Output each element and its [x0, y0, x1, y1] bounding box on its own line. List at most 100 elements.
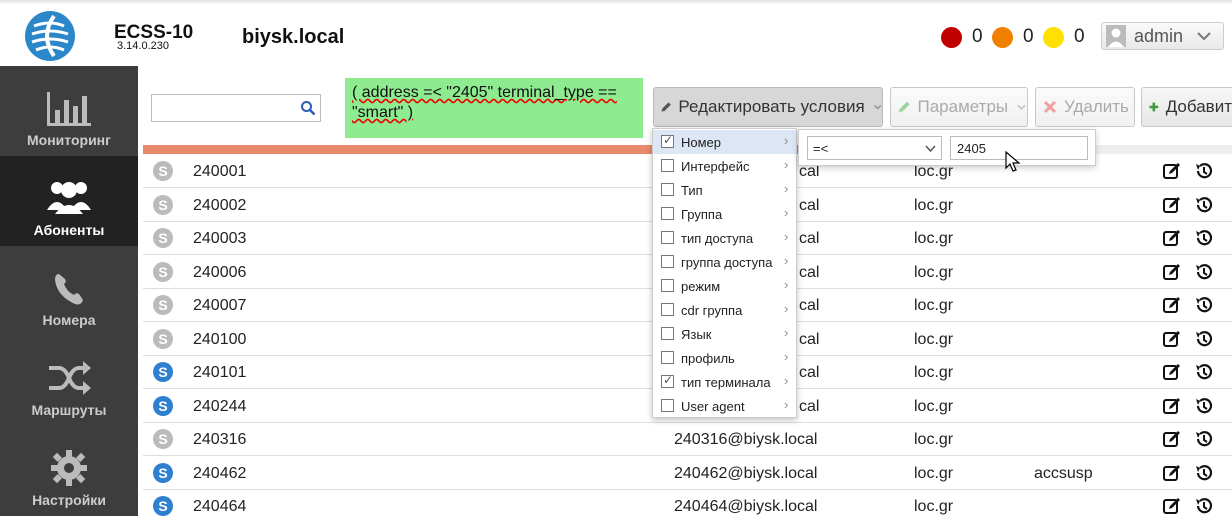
edit-icon[interactable]	[1162, 496, 1182, 516]
operator-select[interactable]: =<	[807, 136, 942, 160]
bar-chart-icon	[47, 92, 91, 126]
checkbox[interactable]	[661, 207, 674, 220]
nav-numbers[interactable]: Номера	[0, 246, 138, 336]
nav-monitoring[interactable]: Мониторинг	[0, 66, 138, 156]
row-domain: loc.gr	[914, 196, 954, 214]
history-icon[interactable]	[1194, 362, 1214, 382]
row-profile: accsusp	[1034, 464, 1093, 482]
menu-item[interactable]: cdr группа ›	[653, 298, 796, 322]
chevron-right-icon: ›	[784, 181, 789, 196]
filter-expression[interactable]: ( address =< "2405" terminal_type == "sm…	[345, 78, 643, 138]
menu-item[interactable]: Интерфейс ›	[653, 154, 796, 178]
sip-status-icon: S	[153, 228, 173, 248]
operator-value: =<	[813, 141, 829, 156]
critical-alarm-icon	[941, 26, 962, 48]
edit-icon[interactable]	[1162, 295, 1182, 315]
search-input[interactable]	[152, 95, 292, 121]
row-domain: loc.gr	[914, 464, 954, 482]
add-button[interactable]: Добавит	[1141, 87, 1232, 127]
menu-item[interactable]: режим ›	[653, 274, 796, 298]
chevron-right-icon: ›	[784, 277, 789, 292]
parameters-button[interactable]: Параметры	[890, 87, 1028, 127]
checkbox[interactable]	[661, 373, 674, 388]
checkbox[interactable]	[661, 255, 674, 268]
menu-item[interactable]: Номер ›	[653, 130, 796, 154]
history-icon[interactable]	[1194, 463, 1214, 483]
history-icon[interactable]	[1194, 429, 1214, 449]
alarm-major[interactable]: 0	[992, 26, 1034, 48]
history-icon[interactable]	[1194, 195, 1214, 215]
history-icon[interactable]	[1194, 262, 1214, 282]
chevron-right-icon: ›	[784, 397, 789, 412]
edit-icon[interactable]	[1162, 195, 1182, 215]
filter-expression-text: ( address =< "2405" terminal_type == "sm…	[352, 84, 617, 121]
sidebar: Мониторинг Абоненты Номера Маршруты Наст…	[0, 66, 138, 516]
table-row[interactable]: S 240316 240316@biysk.local loc.gr	[143, 423, 1232, 456]
checkbox[interactable]	[661, 279, 674, 292]
edit-icon[interactable]	[1162, 161, 1182, 181]
delete-button[interactable]: Удалить	[1035, 87, 1135, 127]
menu-item[interactable]: профиль ›	[653, 346, 796, 370]
nav-routes[interactable]: Маршруты	[0, 336, 138, 426]
checkbox[interactable]	[661, 133, 674, 148]
chevron-right-icon: ›	[784, 157, 789, 172]
row-number: 240001	[193, 163, 247, 180]
user-menu-button[interactable]: admin	[1101, 22, 1224, 50]
menu-item[interactable]: Язык ›	[653, 322, 796, 346]
checkbox[interactable]	[661, 399, 674, 412]
row-address: 240464@biysk.local	[674, 498, 818, 515]
edit-icon[interactable]	[1162, 262, 1182, 282]
history-icon[interactable]	[1194, 228, 1214, 248]
row-number: 240003	[193, 230, 247, 247]
alarm-minor[interactable]: 0	[1043, 26, 1085, 48]
history-icon[interactable]	[1194, 396, 1214, 416]
mouse-cursor-icon	[1005, 151, 1021, 172]
row-address-partial: cal	[799, 297, 820, 314]
checkbox[interactable]	[661, 231, 674, 244]
search-icon[interactable]	[300, 100, 316, 116]
menu-item-label: тип терминала	[681, 375, 771, 390]
edit-icon[interactable]	[1162, 329, 1182, 349]
history-icon[interactable]	[1194, 329, 1214, 349]
menu-item[interactable]: Группа ›	[653, 202, 796, 226]
parameters-label: Параметры	[917, 97, 1009, 116]
history-icon[interactable]	[1194, 161, 1214, 181]
nav-subscribers-label: Абоненты	[33, 222, 105, 238]
checkbox[interactable]	[661, 351, 674, 364]
edit-icon[interactable]	[1162, 463, 1182, 483]
menu-item[interactable]: тип доступа ›	[653, 226, 796, 250]
checkbox[interactable]	[661, 183, 674, 196]
edit-icon[interactable]	[1162, 228, 1182, 248]
table-row[interactable]: S 240464 240464@biysk.local loc.gr	[143, 490, 1232, 516]
checkbox[interactable]	[661, 303, 674, 316]
nav-settings[interactable]: Настройки	[0, 426, 138, 516]
menu-item-label: профиль	[681, 351, 735, 366]
edit-conditions-button[interactable]: Редактировать условия	[653, 87, 883, 127]
row-domain: loc.gr	[914, 230, 954, 247]
menu-item-label: режим	[681, 279, 721, 294]
row-address-partial: cal	[799, 196, 820, 214]
edit-icon[interactable]	[1162, 396, 1182, 416]
row-address-partial: cal	[799, 230, 820, 247]
edit-icon[interactable]	[1162, 362, 1182, 382]
checkbox[interactable]	[661, 327, 674, 340]
edit-conditions-label: Редактировать условия	[678, 97, 865, 116]
nav-subscribers[interactable]: Абоненты	[0, 156, 138, 246]
menu-item[interactable]: User agent ›	[653, 394, 796, 418]
edit-icon[interactable]	[1162, 429, 1182, 449]
menu-item[interactable]: группа доступа ›	[653, 250, 796, 274]
menu-item[interactable]: тип терминала ›	[653, 370, 796, 394]
table-row[interactable]: S 240462 240462@biysk.local loc.gr accsu…	[143, 457, 1232, 490]
history-icon[interactable]	[1194, 295, 1214, 315]
menu-item[interactable]: Тип ›	[653, 178, 796, 202]
alarm-critical[interactable]: 0	[941, 26, 983, 48]
current-domain: biysk.local	[242, 26, 345, 48]
sip-status-icon: S	[153, 362, 173, 382]
pencil-icon	[661, 102, 671, 112]
history-icon[interactable]	[1194, 496, 1214, 516]
chevron-right-icon: ›	[784, 301, 789, 316]
checkbox[interactable]	[661, 159, 674, 172]
search-field[interactable]	[151, 94, 321, 122]
row-address: 240316@biysk.local	[674, 431, 818, 448]
alarm-minor-count: 0	[1074, 26, 1085, 47]
